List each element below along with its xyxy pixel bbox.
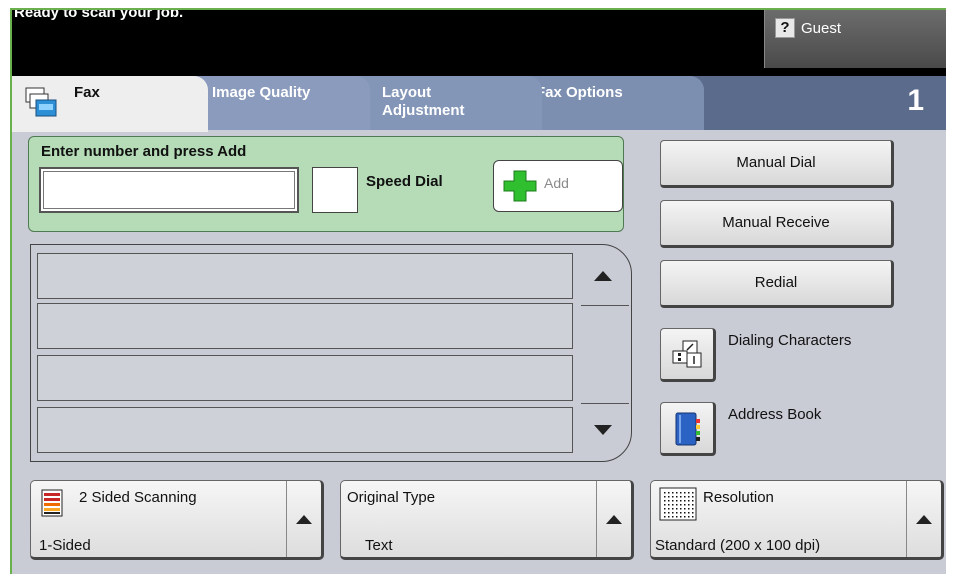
list-item[interactable] bbox=[37, 407, 573, 453]
tab-image-quality[interactable]: Image Quality bbox=[184, 76, 370, 130]
status-bar: Ready to scan your job. ? Guest bbox=[12, 10, 946, 76]
two-sided-scanning-expand[interactable] bbox=[286, 481, 321, 557]
fax-icon bbox=[25, 87, 57, 117]
original-type-title: Original Type bbox=[347, 489, 436, 506]
two-sided-scan-icon bbox=[41, 489, 63, 517]
guest-label: Guest bbox=[801, 20, 842, 37]
address-book-button[interactable] bbox=[660, 402, 716, 456]
two-sided-scanning-value: 1-Sided bbox=[39, 537, 91, 554]
dialing-characters-label: Dialing Characters bbox=[728, 332, 852, 349]
list-item[interactable] bbox=[37, 253, 573, 299]
resolution-title: Resolution bbox=[703, 489, 774, 506]
device-screen: Ready to scan your job. ? Guest Fax Opti… bbox=[10, 8, 946, 574]
redial-label: Redial bbox=[754, 274, 798, 291]
tab-fax-options[interactable]: Fax Options bbox=[522, 76, 704, 130]
speed-dial-label: Speed Dial bbox=[366, 173, 443, 190]
number-entry-field-frame bbox=[39, 167, 299, 213]
plus-icon bbox=[503, 170, 537, 202]
resolution-button[interactable]: Resolution Standard (200 x 100 dpi) bbox=[650, 480, 944, 560]
triangle-up-icon bbox=[916, 515, 932, 524]
help-icon: ? bbox=[775, 18, 795, 38]
guest-user-button[interactable]: ? Guest bbox=[764, 10, 946, 68]
status-message: Ready to scan your job. bbox=[14, 8, 184, 21]
add-label: Add bbox=[544, 175, 569, 191]
job-counter: 1 bbox=[907, 84, 924, 117]
tab-label: Image Quality bbox=[212, 84, 311, 101]
tab-label: Fax Options bbox=[536, 84, 623, 101]
triangle-up-icon bbox=[606, 515, 622, 524]
tab-label: Fax bbox=[74, 84, 100, 101]
number-entry-panel: Enter number and press Add Speed Dial Ad… bbox=[28, 136, 624, 232]
triangle-up-icon bbox=[296, 515, 312, 524]
scroll-divider bbox=[581, 305, 629, 306]
dialing-characters-button[interactable] bbox=[660, 328, 716, 382]
resolution-value: Standard (200 x 100 dpi) bbox=[655, 537, 821, 554]
redial-button[interactable]: Redial bbox=[660, 260, 894, 308]
original-type-expand[interactable] bbox=[596, 481, 631, 557]
list-item[interactable] bbox=[37, 355, 573, 401]
speed-dial-checkbox[interactable] bbox=[312, 167, 358, 213]
triangle-down-icon bbox=[594, 425, 612, 435]
manual-dial-button[interactable]: Manual Dial bbox=[660, 140, 894, 188]
original-type-button[interactable]: Original Type Text bbox=[340, 480, 634, 560]
address-book-label: Address Book bbox=[728, 406, 822, 423]
entry-title: Enter number and press Add bbox=[41, 143, 247, 160]
tab-layout-adjustment[interactable]: Layout Adjustment bbox=[354, 76, 542, 130]
scroll-divider bbox=[581, 403, 629, 404]
original-type-value: Text bbox=[365, 537, 393, 554]
scroll-up-button[interactable] bbox=[583, 253, 623, 299]
tab-label: Layout Adjustment bbox=[382, 84, 465, 119]
number-entry-field[interactable] bbox=[43, 171, 295, 209]
resolution-expand[interactable] bbox=[906, 481, 941, 557]
two-sided-scanning-title: 2 Sided Scanning bbox=[79, 489, 197, 506]
scroll-down-button[interactable] bbox=[583, 409, 623, 455]
manual-dial-label: Manual Dial bbox=[736, 154, 816, 171]
address-book-icon bbox=[675, 412, 700, 446]
two-sided-scanning-button[interactable]: 2 Sided Scanning 1-Sided bbox=[30, 480, 324, 560]
recipient-list bbox=[30, 244, 632, 462]
manual-receive-label: Manual Receive bbox=[722, 214, 830, 231]
list-item[interactable] bbox=[37, 303, 573, 349]
resolution-icon bbox=[659, 487, 697, 521]
tab-fax[interactable]: Fax bbox=[12, 76, 208, 132]
add-button[interactable]: Add bbox=[493, 160, 623, 212]
triangle-up-icon bbox=[594, 271, 612, 281]
dialing-characters-icon bbox=[672, 340, 702, 368]
manual-receive-button[interactable]: Manual Receive bbox=[660, 200, 894, 248]
tab-bar: Fax Options Layout Adjustment Image Qual… bbox=[12, 76, 946, 132]
